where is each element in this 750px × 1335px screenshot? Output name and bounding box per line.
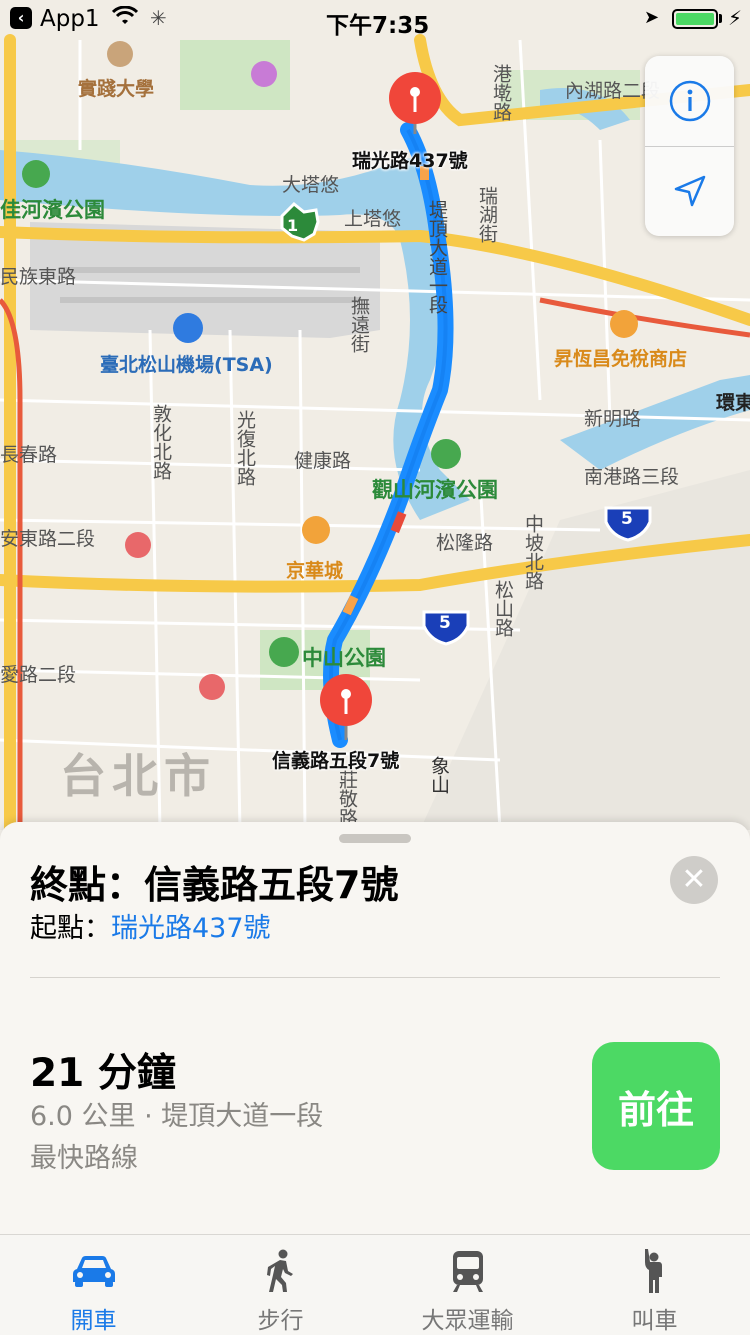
info-button[interactable] xyxy=(645,56,734,146)
battery-icon xyxy=(672,9,718,29)
map-label-shangtaxiu: 上塔悠 xyxy=(344,208,402,230)
hospital-icon xyxy=(199,674,225,700)
map-label-city: 台北市 xyxy=(60,749,216,803)
tab-transit-label: 大眾運輸 xyxy=(421,1308,514,1334)
end-pin-label: 信義路五段7號 xyxy=(272,750,400,772)
map-label-minzu-rd: 民族東路 xyxy=(0,266,77,288)
map-label-zhongpo: 中坡北路 xyxy=(522,514,544,590)
destination-title: 終點：信義路五段7號 xyxy=(30,863,399,907)
back-to-app-icon[interactable]: ‹ xyxy=(10,7,32,29)
start-pin-label: 瑞光路437號 xyxy=(352,150,468,172)
park-icon xyxy=(22,160,50,188)
sheet-grabber[interactable] xyxy=(339,834,411,843)
divider xyxy=(30,977,720,978)
battery-level xyxy=(676,13,714,25)
route-duration: 21 分鐘 xyxy=(30,1051,176,1096)
origin-label: 起點： xyxy=(30,913,111,944)
map-label-xiangshan: 象山 xyxy=(428,756,450,794)
status-time: 下午7:35 xyxy=(326,13,430,39)
map-label-airport: 臺北松山機場(TSA) xyxy=(100,354,273,376)
origin-line: 起點：瑞光路437號 xyxy=(30,906,271,945)
go-button[interactable]: 前往 xyxy=(592,1042,720,1170)
map-label-changchun: 長春路 xyxy=(0,444,58,466)
close-icon: ✕ xyxy=(681,862,707,897)
tab-walk-label: 步行 xyxy=(257,1308,304,1334)
back-app-label[interactable]: App1 xyxy=(40,6,100,32)
wifi-icon xyxy=(111,5,139,32)
activity-spinner-icon: ✳ xyxy=(150,6,167,30)
map-label-tidingdadao: 堤頂大道一段 xyxy=(426,200,448,314)
tab-drive-label: 開車 xyxy=(70,1308,117,1334)
route-card[interactable]: 終點：信義路五段7號 起點：瑞光路437號 ✕ 21 分鐘 6.0 公里 · 堤… xyxy=(0,822,750,1234)
origin-link[interactable]: 瑞光路437號 xyxy=(111,913,271,944)
map-label-dunhua: 敦化北路 xyxy=(150,404,172,480)
charging-icon: ⚡ xyxy=(728,6,743,30)
location-services-icon: ➤ xyxy=(644,7,660,28)
close-button[interactable]: ✕ xyxy=(670,856,718,904)
map-label-riverside-park: 佳河濱公園 xyxy=(0,198,105,222)
map-label-zhuangjing: 莊敬路 xyxy=(336,770,358,827)
map-label-guanshan-park: 觀山河濱公園 xyxy=(372,478,498,502)
transport-tab-bar: 開車 步行 大眾運輸 叫車 xyxy=(0,1234,750,1335)
car-icon xyxy=(72,1256,115,1287)
tab-drive[interactable]: 開車 xyxy=(0,1235,187,1335)
tab-ride-label: 叫車 xyxy=(631,1308,678,1334)
map-label-songlong: 松隆路 xyxy=(436,532,494,554)
bus-icon xyxy=(452,1251,483,1292)
map-label-nangang: 南港路三段 xyxy=(584,466,680,488)
map-controls xyxy=(645,56,734,236)
tab-transit[interactable]: 大眾運輸 xyxy=(374,1235,561,1335)
tab-ride[interactable]: 叫車 xyxy=(561,1235,748,1335)
highway-5-number-a: 5 xyxy=(621,509,633,529)
highway-1-number: 1 xyxy=(287,216,299,235)
hospital-icon xyxy=(125,532,151,558)
map-view[interactable]: 實踐大學 內湖路二段 大塔悠 上塔悠 佳河濱公園 民族東路 臺北松山機場(TSA… xyxy=(0,0,750,830)
map-label-anhe: 安東路二段 xyxy=(0,528,96,550)
park-icon xyxy=(269,637,299,667)
map-label-duty-free: 昇恆昌免稅商店 xyxy=(554,348,688,370)
location-arrow-icon xyxy=(674,175,705,207)
map-label-aiguo: 愛路二段 xyxy=(0,664,77,686)
status-bar: ‹ App1 ✳ 下午7:35 ➤ ⚡ xyxy=(0,0,750,40)
map-label-university: 實踐大學 xyxy=(78,78,155,100)
map-label-jiankang: 健康路 xyxy=(294,450,352,472)
map-label-zhongshan-park: 中山公園 xyxy=(302,646,386,670)
map-label-huandong: 環東 xyxy=(716,392,750,414)
map-label-jinghua: 京華城 xyxy=(286,560,344,582)
route-type: 最快路線 xyxy=(30,1143,138,1174)
highway-5-number-b: 5 xyxy=(439,613,451,633)
hail-icon xyxy=(644,1249,662,1293)
info-icon xyxy=(669,80,710,122)
map-label-guangfu: 光復北路 xyxy=(234,410,256,486)
map-label-jitong: 撫遠街 xyxy=(348,296,370,353)
locate-me-button[interactable] xyxy=(645,146,734,236)
battery-tip xyxy=(719,14,722,23)
shopping-icon xyxy=(610,310,638,338)
airport-icon xyxy=(173,313,203,343)
map-label-xinming: 新明路 xyxy=(584,408,642,430)
map-label-ruihu: 瑞湖街 xyxy=(476,186,498,243)
tab-walk[interactable]: 步行 xyxy=(187,1235,374,1335)
shopping-icon xyxy=(302,516,330,544)
cinema-icon xyxy=(251,61,277,87)
park-icon xyxy=(431,439,461,469)
map-label-dataxiu: 大塔悠 xyxy=(282,174,340,196)
university-icon xyxy=(107,41,133,67)
route-detail: 6.0 公里 · 堤頂大道一段 xyxy=(30,1101,324,1132)
walk-icon xyxy=(266,1249,293,1292)
map-label-songshan: 松山路 xyxy=(492,580,514,637)
map-label-gangqian: 港墘路 xyxy=(490,64,512,121)
